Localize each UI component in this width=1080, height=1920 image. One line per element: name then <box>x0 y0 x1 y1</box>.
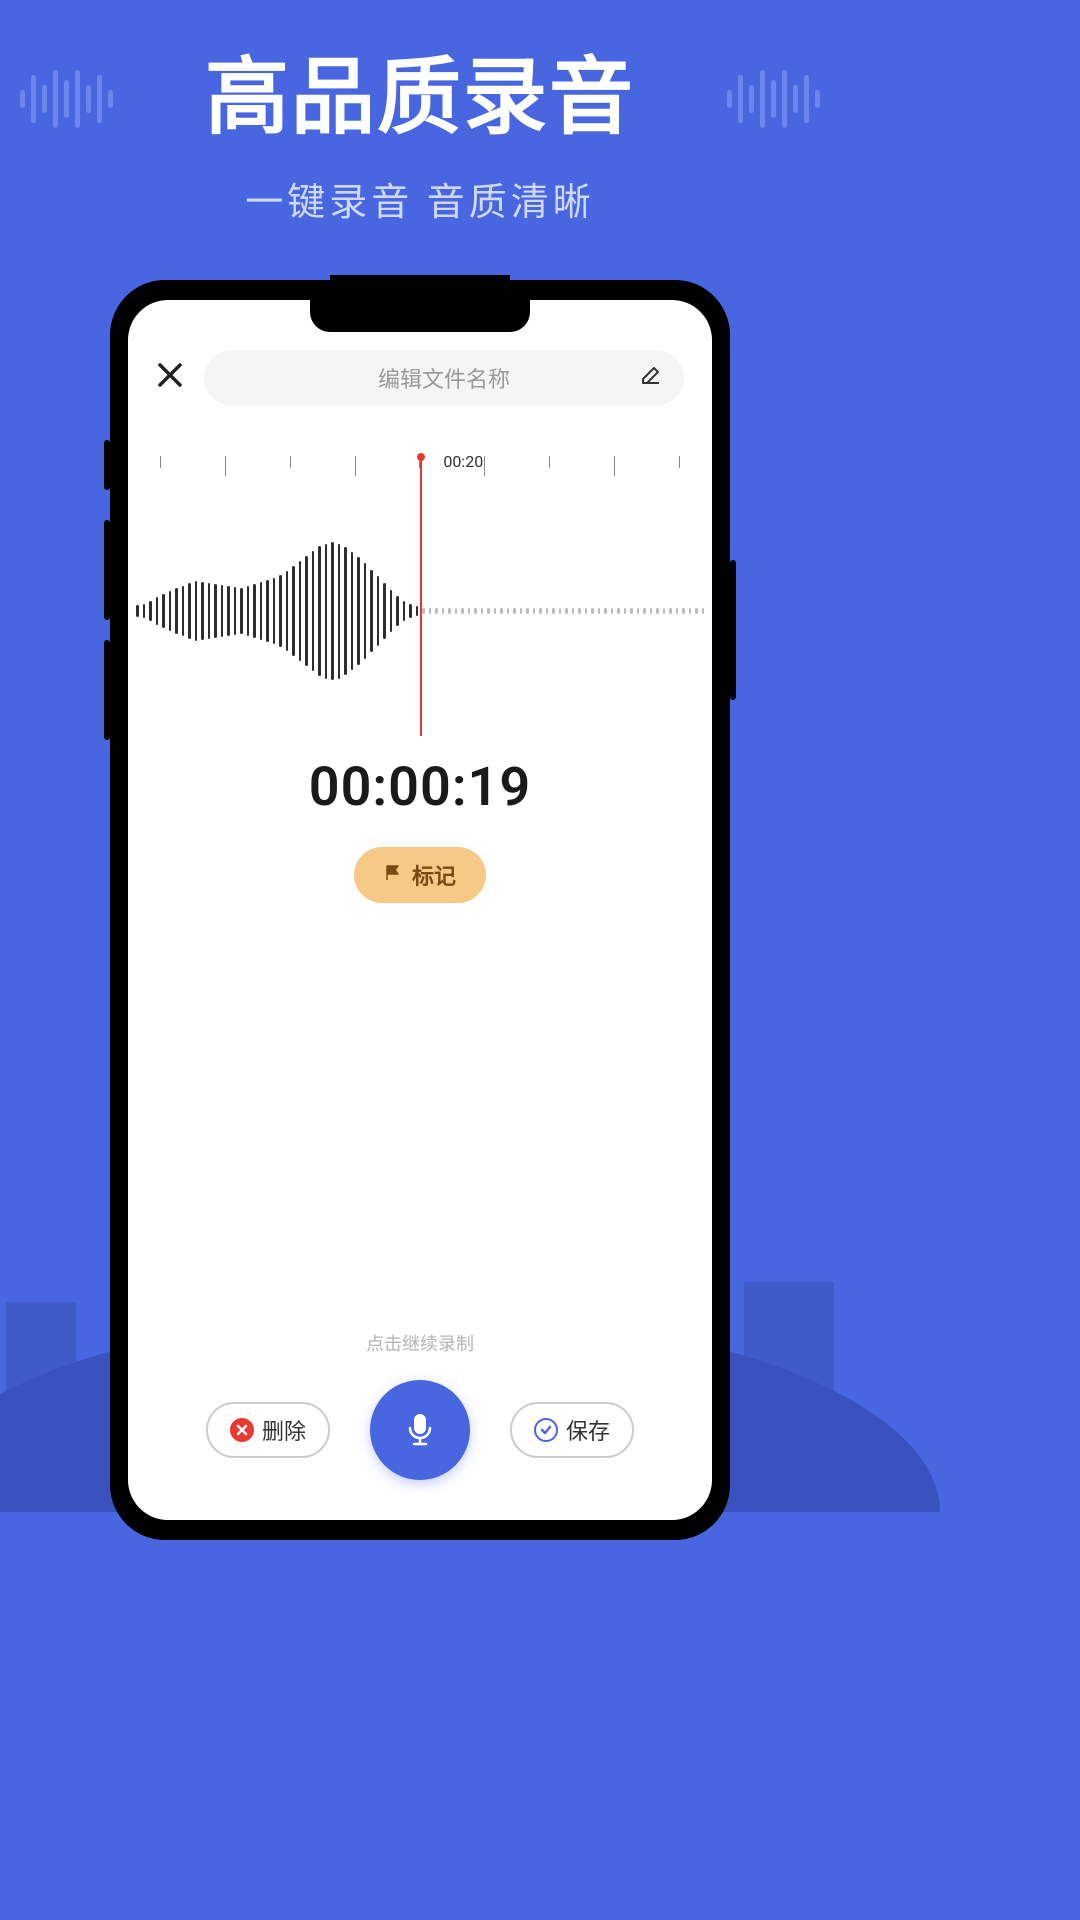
phone-screen: 编辑文件名称 00:20 00:00:19 标记 点击继续录 <box>128 300 712 1520</box>
save-check-icon <box>534 1418 558 1442</box>
record-button[interactable] <box>370 1380 470 1480</box>
close-icon <box>156 361 184 389</box>
waveform-display[interactable]: 00:20 <box>128 456 712 736</box>
phone-frame: 编辑文件名称 00:20 00:00:19 标记 点击继续录 <box>110 280 730 1540</box>
delete-label: 删除 <box>262 1414 306 1446</box>
page-title: 高品质录音 <box>0 0 840 151</box>
delete-button[interactable]: 删除 <box>206 1402 330 1458</box>
phone-notch <box>310 300 530 332</box>
page subtitle: 一键录音 音质清晰 <box>0 171 840 226</box>
mark-button[interactable]: 标记 <box>354 847 486 903</box>
save-button[interactable]: 保存 <box>510 1402 634 1458</box>
delete-icon <box>230 1418 254 1442</box>
mark-label: 标记 <box>412 859 456 891</box>
timer-display: 00:00:19 <box>128 756 712 819</box>
save-label: 保存 <box>566 1414 610 1446</box>
bg-wave-decoration-right <box>727 70 820 128</box>
edit-icon <box>640 364 662 392</box>
filename-input[interactable]: 编辑文件名称 <box>204 350 684 406</box>
close-button[interactable] <box>156 359 184 397</box>
filename-placeholder: 编辑文件名称 <box>378 362 510 394</box>
flag-icon <box>384 863 402 888</box>
bg-wave-decoration-left <box>20 70 113 128</box>
record-hint: 点击继续录制 <box>128 1330 712 1356</box>
microphone-icon <box>400 1408 440 1452</box>
timeline-time-label: 00:20 <box>443 452 483 471</box>
playhead-indicator <box>420 456 422 736</box>
